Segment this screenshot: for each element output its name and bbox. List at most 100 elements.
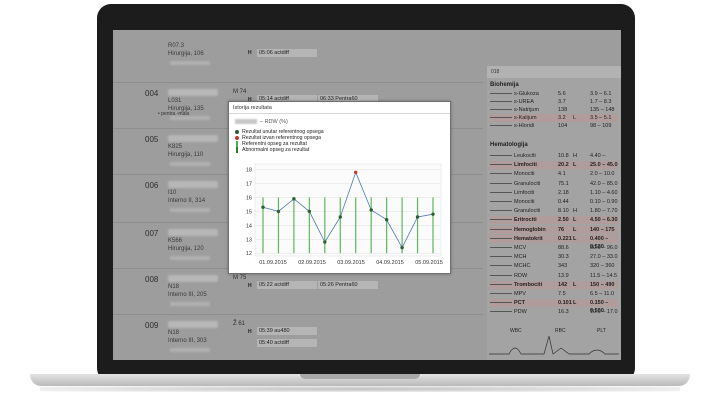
diagnosis-code: K566 xyxy=(168,238,183,244)
doctor-name-blurred xyxy=(170,348,210,352)
legend-item: Abnormalni opseg za rezultat xyxy=(235,147,324,153)
lab-result-row[interactable]: MCH 30.3 27.0 – 33.0 xyxy=(490,253,618,261)
patient-number: 006 xyxy=(145,181,159,190)
lab-flag: L xyxy=(573,162,577,169)
laptop-shadow xyxy=(40,386,680,392)
chart-legend: Rezultat unutar referentnog opsega Rezult… xyxy=(235,129,324,153)
lab-result-row[interactable]: Hemoglobin 76 L 140 – 175 xyxy=(490,225,618,234)
lab-result-row[interactable]: s-Glukoza 5.6 3.9 – 6.1 xyxy=(490,90,618,98)
lab-result-row[interactable]: RDW 13.9 11.5 – 14.5 xyxy=(490,272,618,280)
lab-name: PDW xyxy=(514,309,527,316)
lab-value: 13.9 xyxy=(558,272,569,279)
sparkline xyxy=(490,109,512,111)
diagnosis-code: I10 xyxy=(168,190,177,196)
hematology-marker: H xyxy=(248,329,252,335)
lab-range: 98 – 109 xyxy=(590,123,612,129)
patient-row[interactable]: R07.3 Hirurgija, 106 H 05:06 actdiff xyxy=(113,40,483,86)
sparkline xyxy=(490,93,512,95)
lab-result-row[interactable]: Eritrociti 2.50 L 4.50 – 6.30 xyxy=(490,216,618,225)
lab-value: 0.221 xyxy=(558,235,572,242)
legend-dot-icon xyxy=(235,130,239,134)
lab-result-row[interactable]: Limfociti 20.2 L 25.0 – 45.0 xyxy=(490,161,618,170)
lab-result-row[interactable]: s-Hloridi 104 98 – 109 xyxy=(490,122,618,130)
sparkline xyxy=(490,219,512,221)
lab-result-row[interactable]: PCT 0.101 L 0.150 – 0.500 xyxy=(490,299,618,314)
blurred-patient-name xyxy=(235,119,257,125)
lab-result-row[interactable]: Hematokrit 0.221 L 0.400 – 0.520 xyxy=(490,234,618,250)
lab-name: MCHC xyxy=(514,263,531,270)
diagnosis-code: K825 xyxy=(168,144,183,150)
lab-result-row[interactable]: Granulociti 75.1 42.0 – 85.0 xyxy=(490,180,618,188)
analyzer-box[interactable]: 05:26 Pentra60 xyxy=(318,281,378,289)
sample-time-box[interactable]: 05:22 actdiff xyxy=(257,281,317,289)
lab-result-row[interactable]: Limfociti 2.18 1.10 – 4.60 xyxy=(490,189,618,197)
patient-number: 004 xyxy=(145,89,159,98)
lab-range: 27.0 – 33.0 xyxy=(590,254,618,261)
lab-result-row[interactable]: Monociti 0.44 0.10 – 0.90 xyxy=(490,198,618,206)
result-history-popup[interactable]: Istorija rezultata – RDW (%) Rezultat un… xyxy=(228,101,451,274)
sample-time-box[interactable]: 05:40 actdiff xyxy=(257,339,317,347)
data-point xyxy=(369,208,373,212)
sample-time-box[interactable]: 05:06 actdiff xyxy=(257,49,317,57)
patient-row[interactable]: 009 N18 Interno III, 303 Ž 61 H 05:39 au480 05… xyxy=(113,314,483,360)
lab-result-row[interactable]: MPV 7.5 6.5 – 11.0 xyxy=(490,290,618,298)
data-point xyxy=(431,212,435,216)
legend-label: Abnormalni opseg za rezultat xyxy=(242,147,310,153)
lab-range: 0.10 – 0.90 xyxy=(590,199,618,205)
lab-value: 3.7 xyxy=(558,99,566,105)
lab-result-row[interactable]: s-Natrijum 138 135 – 148 xyxy=(490,106,618,114)
department: Hirurgija, 106 xyxy=(168,51,204,57)
biohemija-title: Biohemija xyxy=(490,82,519,88)
x-tick-label: 01.09.2015 xyxy=(259,260,287,266)
lab-flag: L xyxy=(573,217,577,224)
lab-name: Monociti xyxy=(514,199,535,205)
lab-value: 138 xyxy=(558,107,568,113)
x-tick-label: 03.09.2015 xyxy=(337,260,365,266)
y-tick-label: 17 xyxy=(246,182,252,188)
lab-result-row[interactable]: Granulociti 8.10 H 1.80 – 7.70 xyxy=(490,207,618,215)
lab-value: 8.10 xyxy=(558,208,569,215)
legend-dot-icon xyxy=(235,136,239,140)
sparkline xyxy=(490,228,512,231)
lab-name: Monociti xyxy=(514,171,535,178)
lab-range: 10.0 – 17.0 xyxy=(590,309,618,316)
lab-flag: L xyxy=(573,235,577,242)
diagnosis-code: N18 xyxy=(168,330,180,336)
lab-name: Leukociti xyxy=(514,153,536,159)
lab-result-row[interactable]: Monociti 4.1 2.0 – 10.0 xyxy=(490,170,618,178)
patient-number: 007 xyxy=(145,229,159,238)
lab-flag: L xyxy=(573,281,577,288)
lab-name: RDW xyxy=(514,272,528,279)
lab-value: 5.6 xyxy=(558,91,566,97)
sparkline xyxy=(490,237,512,240)
lab-result-row[interactable]: PDW 16.3 10.0 – 17.0 xyxy=(490,308,618,316)
lab-value: 88.6 xyxy=(558,245,569,251)
lab-result-row[interactable]: s-Kalijum 3.2 L 3.5 – 5.1 xyxy=(490,114,618,122)
lab-name: s-Glukoza xyxy=(514,91,539,97)
lab-value: 16.3 xyxy=(558,309,569,316)
sample-time-box[interactable]: 05:39 au480 xyxy=(257,327,317,335)
department: Interno III, 205 xyxy=(168,292,207,298)
patient-number: 008 xyxy=(145,275,159,284)
patient-name-blurred xyxy=(168,181,218,188)
sparkline xyxy=(490,283,512,286)
x-tick-label: 04.09.2015 xyxy=(376,260,404,266)
data-point xyxy=(384,218,389,222)
lab-result-row[interactable]: MCHC 343 320 – 360 xyxy=(490,262,618,270)
sparkline xyxy=(490,293,512,295)
lab-result-row[interactable]: Trombociti 142 L 150 – 490 xyxy=(490,280,618,289)
lab-range: 6.5 – 11.0 xyxy=(590,291,615,297)
x-tick-label: 05.09.2015 xyxy=(415,260,443,266)
sample-note: • pentra -mala xyxy=(158,111,190,117)
lab-value: 20.2 xyxy=(558,162,569,169)
sex-age-tag: M 74 xyxy=(233,89,247,95)
patient-row[interactable]: 008 N18 Interno III, 205 M 75 H 05:22 actdiff… xyxy=(113,268,483,315)
lab-result-row[interactable]: s-UREA 3.7 1.7 – 8.3 xyxy=(490,98,618,106)
histogram-trace xyxy=(489,335,619,355)
lab-result-row[interactable]: MCV 88.6 80.0 – 96.0 xyxy=(490,244,618,252)
lab-result-row[interactable]: Leukociti10.8H4.40 – 10.50 xyxy=(490,152,618,167)
lab-range: 135 – 148 xyxy=(590,107,615,113)
data-point xyxy=(338,215,342,219)
doctor-name-blurred xyxy=(170,208,210,212)
sex-age-tag: Ž 61 xyxy=(233,321,246,327)
